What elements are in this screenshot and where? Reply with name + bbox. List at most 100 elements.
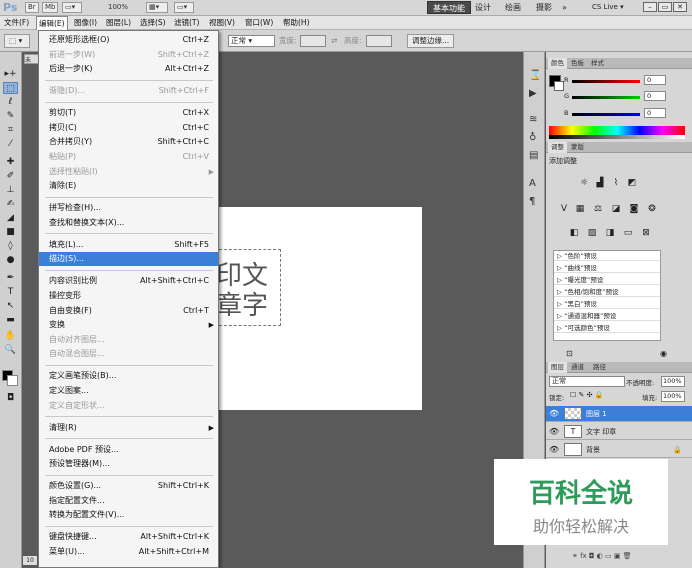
menu-image[interactable]: 图像(I) (72, 16, 99, 30)
cs-live-button[interactable]: CS Live ▾ (592, 1, 624, 14)
tab-paths[interactable]: 路径 (590, 362, 609, 373)
tab-channels[interactable]: 通道 (568, 362, 587, 373)
zoom-level[interactable]: 100% (108, 3, 128, 11)
blur-tool-icon[interactable]: ◊ (3, 240, 18, 252)
visibility-eye-icon[interactable]: 👁 (549, 442, 559, 458)
quick-select-tool-icon[interactable]: ✎ (3, 110, 18, 122)
visibility-eye-icon[interactable]: 👁 (549, 406, 559, 422)
edit-menu-item[interactable]: 合并拷贝(Y) Shift+Ctrl+C (39, 135, 218, 149)
tab-layers[interactable]: 图层 (548, 362, 567, 373)
edit-menu-item[interactable]: 清理(R) ▶ (39, 421, 218, 435)
type-tool-icon[interactable]: T (3, 286, 18, 298)
view-extras-button[interactable]: ▭▾ (62, 2, 82, 13)
photo-filter-icon[interactable]: ◙ (628, 204, 640, 215)
channel-r-slider[interactable] (572, 80, 640, 83)
move-tool-icon[interactable]: ▸+ (3, 68, 18, 80)
edit-menu-item[interactable]: 填充(L)... Shift+F5 (39, 238, 218, 252)
clone-stamp-tool-icon[interactable]: ⊥ (3, 184, 18, 196)
layer-row[interactable]: 👁 背景 🔒 (546, 442, 692, 458)
crop-tool-icon[interactable]: ⌗ (3, 124, 18, 136)
visibility-eye-icon[interactable]: 👁 (549, 424, 559, 440)
tab-color[interactable]: 颜色 (548, 58, 567, 69)
edit-menu-item[interactable]: 菜单(U)... Alt+Shift+Ctrl+M (39, 545, 218, 559)
layer-row[interactable]: 👁 图层 1 (546, 406, 692, 422)
edit-menu-item[interactable]: 颜色设置(G)... Shift+Ctrl+K (39, 479, 218, 493)
refine-edge-button[interactable]: 调整边缘... (407, 34, 455, 48)
edit-menu-item[interactable]: 拼写检查(H)... (39, 201, 218, 215)
healing-brush-tool-icon[interactable]: ✚ (3, 156, 18, 168)
history-brush-tool-icon[interactable]: ✍ (3, 198, 18, 210)
channel-mixer-icon[interactable]: ❂ (646, 204, 658, 215)
workspace-design[interactable]: 设计 (475, 1, 491, 14)
close-icon[interactable]: ✕ (673, 2, 687, 12)
adjustment-preset-item[interactable]: ▷ “色阶”预设 (554, 251, 660, 261)
menu-layer[interactable]: 图层(L) (104, 16, 133, 30)
edit-menu-item[interactable]: 定义画笔预设(B)... (39, 369, 218, 383)
menu-filter[interactable]: 滤镜(T) (172, 16, 201, 30)
zoom-tool-icon[interactable]: 🔍 (3, 344, 18, 356)
marquee-tool-icon[interactable]: ⬚ (3, 82, 18, 94)
vibrance-icon[interactable]: V (558, 204, 570, 215)
dodge-tool-icon[interactable]: ● (3, 254, 18, 266)
levels-icon[interactable]: ▟ (594, 178, 606, 189)
tool-preset-picker[interactable]: ⬚ ▾ (4, 34, 30, 48)
clone-source-panel-icon[interactable]: ♁ (529, 132, 536, 143)
document-zoom-status[interactable]: 10 (23, 556, 37, 565)
invert-icon[interactable]: ◧ (568, 228, 580, 239)
grayscale-ramp[interactable] (549, 135, 685, 139)
style-select[interactable]: 正常 ▾ (228, 35, 275, 47)
curves-icon[interactable]: ⌇ (610, 178, 622, 189)
lasso-tool-icon[interactable]: ℓ (3, 96, 18, 108)
workspace-photography[interactable]: 摄影 (536, 1, 552, 14)
edit-menu-item[interactable]: 后退一步(K) Alt+Ctrl+Z (39, 62, 218, 76)
restore-icon[interactable]: ▭ (658, 2, 672, 12)
adjustment-preset-item[interactable]: ▷ “通道混和器”预设 (554, 311, 660, 321)
hue-saturation-icon[interactable]: ▦ (574, 204, 586, 215)
adjustment-preset-item[interactable]: ▷ “曲线”预设 (554, 263, 660, 273)
layer-name[interactable]: 文字 印章 (586, 424, 616, 440)
edit-menu-item[interactable]: 键盘快捷键... Alt+Shift+Ctrl+K (39, 530, 218, 544)
color-balance-icon[interactable]: ⚖ (592, 204, 604, 215)
menu-view[interactable]: 视图(V) (207, 16, 237, 30)
edit-menu-item[interactable]: 描边(S)... (39, 252, 218, 267)
swap-icon[interactable]: ⇄ (331, 35, 337, 47)
channel-b-value[interactable]: 0 (644, 108, 666, 118)
layer-name[interactable]: 图层 1 (586, 406, 607, 422)
menu-file[interactable]: 文件(F) (2, 16, 31, 30)
color-panel-background-swatch[interactable] (554, 81, 564, 91)
gradient-map-icon[interactable]: ▭ (622, 228, 634, 239)
eraser-tool-icon[interactable]: ◢ (3, 212, 18, 224)
brush-panel-icon[interactable]: ≋ (529, 114, 537, 125)
character-panel-icon[interactable]: A (529, 178, 536, 189)
tab-swatches[interactable]: 色板 (568, 58, 587, 69)
tab-styles[interactable]: 样式 (588, 58, 607, 69)
layers-footer-icons[interactable]: ⚭ fx ◘ ◐ ▭ ▣ 🗑 (572, 552, 632, 560)
pen-tool-icon[interactable]: ✒ (3, 272, 18, 284)
layer-row[interactable]: 👁 T 文字 印章 (546, 424, 692, 440)
menu-window[interactable]: 窗口(W) (243, 16, 275, 30)
edit-menu-item[interactable]: 定义图案... (39, 384, 218, 398)
fill-input[interactable]: 100% (661, 391, 685, 402)
menu-edit[interactable]: 编辑(E) (36, 16, 68, 30)
lock-options-icons[interactable]: ☐ ✎ ✣ 🔒 (570, 391, 603, 399)
edit-menu-item[interactable]: 转换为配置文件(V)... (39, 508, 218, 522)
layer-comps-icon[interactable]: ▤ (529, 150, 538, 161)
edit-menu-item[interactable]: 还原矩形选框(O) Ctrl+Z (39, 33, 218, 47)
eyedropper-tool-icon[interactable]: ⁄ (3, 138, 18, 150)
adjustment-preset-item[interactable]: ▷ “黑白”预设 (554, 299, 660, 309)
paragraph-panel-icon[interactable]: ¶ (529, 196, 535, 207)
workspace-essentials[interactable]: 基本功能 (427, 1, 471, 14)
posterize-icon[interactable]: ▨ (586, 228, 598, 239)
edit-menu-item[interactable]: 清除(E) (39, 179, 218, 193)
menu-select[interactable]: 选择(S) (138, 16, 168, 30)
channel-b-slider[interactable] (572, 113, 640, 116)
edit-menu-item[interactable]: 自由变换(F) Ctrl+T (39, 304, 218, 318)
selective-color-icon[interactable]: ⊠ (640, 228, 652, 239)
adjustment-preset-item[interactable]: ▷ “色相/饱和度”预设 (554, 287, 660, 297)
adjustment-preset-item[interactable]: ▷ “曝光度”预设 (554, 275, 660, 285)
height-input[interactable] (366, 35, 392, 47)
blend-mode-select[interactable]: 正常 (549, 376, 625, 387)
actions-panel-icon[interactable]: ▶ (529, 88, 537, 99)
width-input[interactable] (300, 35, 326, 47)
menu-help[interactable]: 帮助(H) (281, 16, 312, 30)
